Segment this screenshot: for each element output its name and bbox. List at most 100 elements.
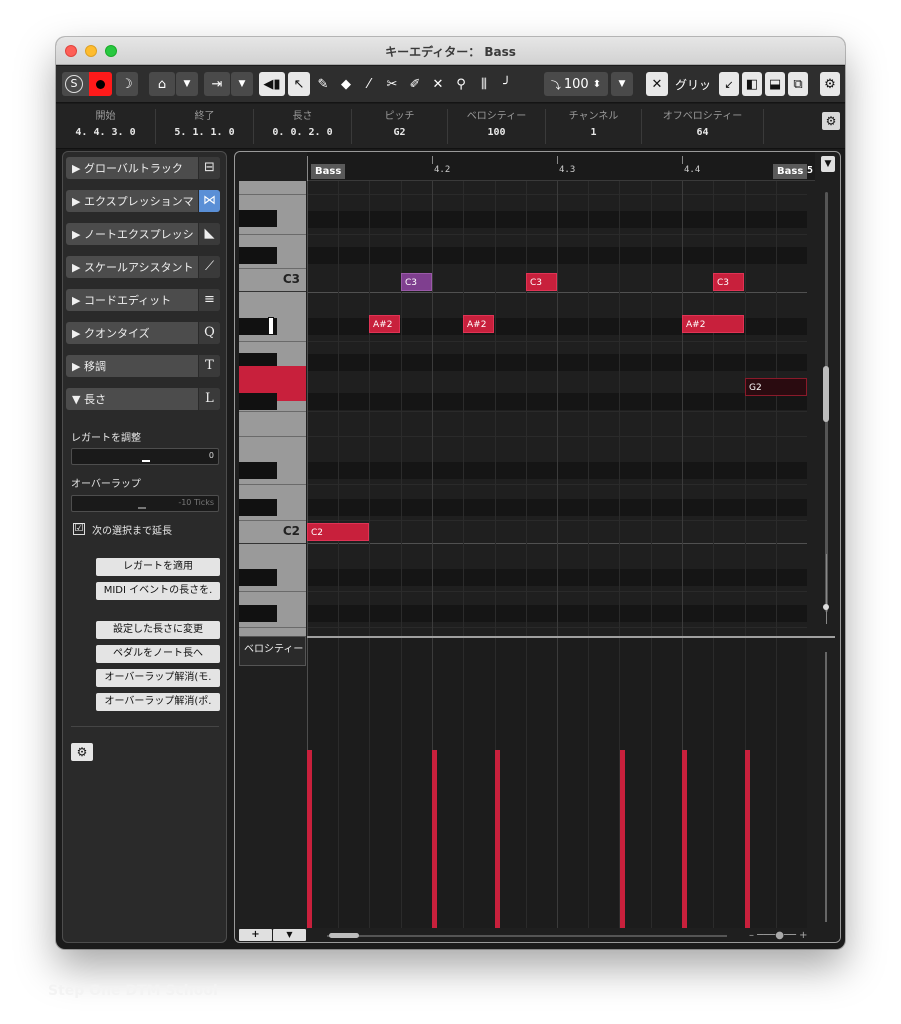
- auto-scroll-menu-chevron-down-icon[interactable]: ▼: [176, 72, 198, 96]
- snap-toggle-icon[interactable]: ✕: [646, 72, 668, 96]
- line-tool-icon[interactable]: ⫼: [474, 72, 494, 96]
- curve-tool-icon[interactable]: ╯: [497, 72, 517, 96]
- section-quantize[interactable]: ▶ クオンタイズ Q: [66, 322, 220, 344]
- split-view-icon[interactable]: ⇥: [204, 72, 230, 96]
- info-off-velocity[interactable]: オフベロシティー 64: [642, 109, 764, 144]
- section-chord-editing[interactable]: ▶ コードエディット ≡: [66, 289, 220, 311]
- section-note-expression[interactable]: ▶ ノートエクスプレッシ ◣: [66, 223, 220, 245]
- slider-knob[interactable]: [142, 460, 150, 462]
- window-layout-icon[interactable]: ⧉: [788, 72, 808, 96]
- set-length-button[interactable]: 設定した長さに変更: [96, 621, 220, 639]
- velocity-lane-scrollbar[interactable]: [825, 652, 827, 922]
- delete-overlaps-poly-button[interactable]: オーバーラップ解消(ポ.: [96, 693, 220, 711]
- black-key[interactable]: [239, 605, 277, 622]
- inspector-settings-gear-icon[interactable]: ⚙: [71, 743, 93, 761]
- info-value[interactable]: 4. 4. 3. 0: [56, 124, 155, 142]
- add-lane-button[interactable]: +: [239, 929, 272, 941]
- midi-note[interactable]: A#2: [369, 315, 400, 333]
- vertical-zoom-knob[interactable]: [823, 604, 829, 610]
- section-transpose[interactable]: ▶ 移調 T: [66, 355, 220, 377]
- lane-presets-chevron-down-icon[interactable]: ▼: [273, 929, 306, 941]
- fixed-lengths-button[interactable]: MIDI イベントの長さを.: [96, 582, 220, 600]
- trim-icon[interactable]: ⁄: [359, 72, 379, 96]
- grid-type-select[interactable]: グリッ: [670, 72, 716, 96]
- info-line-settings-gear-icon[interactable]: ⚙: [822, 112, 840, 130]
- info-velocity[interactable]: ベロシティー 100: [448, 109, 546, 144]
- piano-keyboard[interactable]: C3 C2: [239, 181, 306, 636]
- info-value[interactable]: G2: [352, 124, 447, 142]
- section-length[interactable]: ▼ 長さ L: [66, 388, 220, 410]
- horizontal-zoom-slider[interactable]: – ───●── +: [749, 930, 808, 941]
- section-scale-assistant[interactable]: ▶ スケールアシスタント ⟋: [66, 256, 220, 278]
- info-end[interactable]: 終了 5. 1. 1. 0: [156, 109, 254, 144]
- velocity-bar[interactable]: [682, 750, 687, 930]
- info-value[interactable]: 5. 1. 1. 0: [156, 124, 253, 142]
- velocity-bar[interactable]: [744, 750, 750, 930]
- solo-button[interactable]: S: [65, 75, 83, 93]
- object-selection-arrow-icon[interactable]: ↖: [288, 72, 310, 96]
- left-zone-toggle-icon[interactable]: ◧: [742, 72, 762, 96]
- extend-checkbox[interactable]: ☑: [73, 523, 85, 535]
- info-start[interactable]: 開始 4. 4. 3. 0: [56, 109, 156, 144]
- black-key[interactable]: [239, 247, 277, 264]
- info-value[interactable]: 100: [448, 124, 545, 142]
- view-menu-chevron-down-icon[interactable]: ▼: [231, 72, 253, 96]
- vertical-zoom-slider[interactable]: [826, 554, 827, 624]
- velocity-lane[interactable]: [307, 638, 807, 934]
- apply-legato-button[interactable]: レガートを適用: [96, 558, 220, 576]
- overlap-slider[interactable]: -10 Ticks: [71, 495, 219, 512]
- draw-pencil-icon[interactable]: ✎: [313, 72, 333, 96]
- black-key[interactable]: [239, 210, 277, 227]
- moon-icon[interactable]: ☽: [116, 72, 138, 96]
- info-value[interactable]: 0. 0. 2. 0: [254, 124, 351, 142]
- midi-note-muted[interactable]: G2: [745, 378, 807, 396]
- title-bar[interactable]: キーエディター： Bass: [56, 37, 845, 65]
- pedals-to-note-length-button[interactable]: ペダルをノート長へ: [96, 645, 220, 663]
- mute-x-icon[interactable]: ✕: [428, 72, 448, 96]
- erase-icon[interactable]: ◆: [336, 72, 356, 96]
- midi-note[interactable]: A#2: [682, 315, 744, 333]
- info-pitch[interactable]: ピッチ G2: [352, 109, 448, 144]
- record-button[interactable]: [89, 72, 112, 96]
- info-channel[interactable]: チャンネル 1: [546, 109, 642, 144]
- lower-zone-toggle-icon[interactable]: ⬓: [765, 72, 785, 96]
- part-start-flag[interactable]: Bass: [311, 164, 346, 179]
- quantize-velocity-field[interactable]: ⤵ 100 ⬍: [544, 72, 608, 96]
- midi-note-selected[interactable]: C3: [401, 273, 432, 291]
- velocity-bar[interactable]: [307, 750, 312, 930]
- horizontal-scrollbar[interactable]: [327, 935, 727, 937]
- velocity-bar[interactable]: [494, 750, 500, 930]
- note-grid[interactable]: C2 A#2 C3 A#2 C3 A#2 C3 G2: [307, 181, 807, 636]
- black-key[interactable]: [239, 393, 277, 410]
- midi-note[interactable]: C2: [307, 523, 369, 541]
- horizontal-scroll-thumb[interactable]: [329, 933, 359, 938]
- ruler-menu-chevron-down-icon[interactable]: ▼: [821, 156, 835, 172]
- part-end-flag[interactable]: Bass: [773, 164, 808, 179]
- info-value[interactable]: 1: [546, 124, 641, 142]
- velocity-bar[interactable]: [619, 750, 625, 930]
- black-key[interactable]: [239, 499, 277, 516]
- midi-note[interactable]: C3: [713, 273, 744, 291]
- controller-lane-selector[interactable]: ベロシティー: [239, 636, 306, 666]
- glue-icon[interactable]: ✐: [405, 72, 425, 96]
- legato-slider[interactable]: 0: [71, 448, 219, 465]
- split-scissors-icon[interactable]: ✂: [382, 72, 402, 96]
- info-length[interactable]: 長さ 0. 0. 2. 0: [254, 109, 352, 144]
- midi-note[interactable]: C3: [526, 273, 557, 291]
- collapse-arrow-icon[interactable]: ↙: [719, 72, 739, 96]
- black-key[interactable]: [239, 462, 277, 479]
- section-global-tracks[interactable]: ▶ グローバルトラック ⊟: [66, 157, 220, 179]
- acoustic-feedback-speaker-icon[interactable]: ◀▮: [259, 72, 285, 96]
- quantize-menu-chevron-down-icon[interactable]: ▼: [611, 72, 633, 96]
- vertical-scroll-thumb[interactable]: [823, 366, 829, 422]
- auto-scroll-icon[interactable]: ⌂: [149, 72, 175, 96]
- midi-note[interactable]: A#2: [463, 315, 494, 333]
- delete-overlaps-mono-button[interactable]: オーバーラップ解消(モ.: [96, 669, 220, 687]
- black-key[interactable]: [239, 569, 277, 586]
- toolbar-settings-gear-icon[interactable]: ⚙: [820, 72, 840, 96]
- slider-knob[interactable]: [138, 507, 146, 509]
- ruler[interactable]: Bass 4.2 4.3 4.4 Bass 5: [307, 152, 815, 181]
- zoom-magnifier-icon[interactable]: ⚲: [451, 72, 471, 96]
- velocity-bar[interactable]: [432, 750, 437, 930]
- section-expression-map[interactable]: ▶ エクスプレッションマ ⋈: [66, 190, 220, 212]
